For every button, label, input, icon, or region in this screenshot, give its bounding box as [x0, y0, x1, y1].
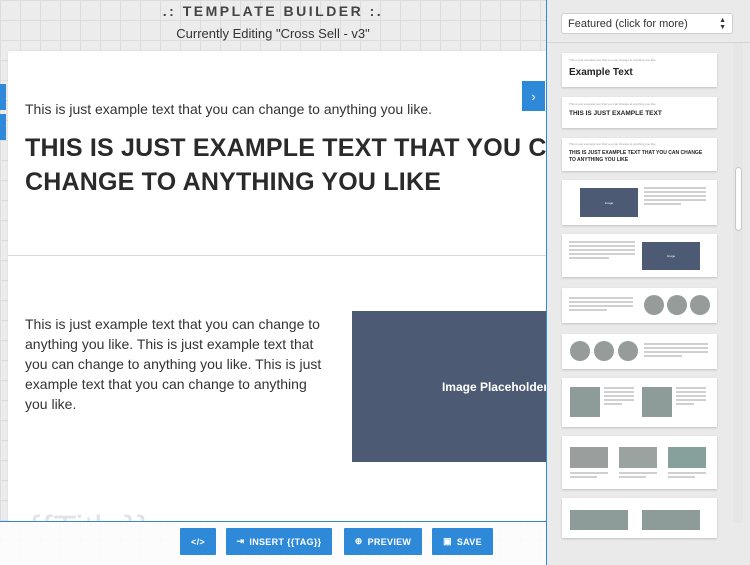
block-thumb-heading[interactable]: This is just example text that you can c…: [562, 138, 717, 171]
code-icon: </>: [191, 536, 205, 547]
thumb-example-text: Example Text: [569, 67, 633, 78]
save-icon: ▣: [443, 536, 452, 546]
chevron-right-icon: ›: [531, 88, 536, 104]
save-button[interactable]: ▣ SAVE: [432, 528, 493, 555]
select-arrows-icon: ▲ ▼: [719, 17, 726, 31]
title-tag-text[interactable]: {{Title}}: [28, 509, 149, 521]
category-select[interactable]: Featured (click for more) ▲ ▼: [561, 13, 733, 34]
thumb-circle: [594, 341, 614, 361]
thumb-circle: [618, 341, 638, 361]
sign-in-icon: ⇥: [236, 536, 245, 546]
thumb-gray-box: [642, 510, 700, 530]
save-label: SAVE: [456, 536, 482, 547]
thumb-small-line: This is just example text that you can c…: [569, 142, 657, 146]
block-thumb-two-column[interactable]: [562, 378, 717, 427]
preview-label: PREVIEW: [367, 536, 412, 547]
thumb-text-lines: [619, 472, 657, 480]
block-thumb-circles-left[interactable]: [562, 334, 717, 369]
thumb-image-placeholder: Image: [642, 242, 700, 270]
panel-scrollbar-thumb[interactable]: [735, 167, 742, 231]
preview-button[interactable]: ⊕ PREVIEW: [344, 528, 422, 555]
builder-title: .: TEMPLATE BUILDER :.: [162, 3, 384, 19]
code-view-button[interactable]: </>: [180, 528, 216, 555]
thumb-gray-box: [570, 510, 628, 530]
thumb-caps-text: THIS IS JUST EXAMPLE TEXT: [569, 110, 662, 117]
zoom-icon: ⊕: [354, 536, 363, 546]
thumb-text-lines: [644, 343, 708, 359]
thumb-image-placeholder: Image: [580, 188, 638, 217]
thumb-small-line: This is just example text that you can c…: [569, 102, 657, 106]
example-heading[interactable]: THIS IS JUST EXAMPLE TEXT THAT YOU CAN C…: [25, 131, 546, 199]
canvas-divider: [8, 255, 546, 256]
block-thumb-circles-right[interactable]: [562, 288, 717, 323]
thumb-gray-box: [668, 447, 706, 468]
thumb-gray-box: [570, 447, 608, 468]
template-blocks-panel: Featured (click for more) ▲ ▼ This is jus…: [546, 0, 750, 565]
example-small-text[interactable]: This is just example text that you can c…: [25, 101, 432, 117]
editing-subtitle: Currently Editing "Cross Sell - v3": [176, 26, 370, 41]
panel-scrollbar-track[interactable]: [733, 43, 743, 523]
thumb-heading-text: THIS IS JUST EXAMPLE TEXT THAT YOU CAN C…: [569, 150, 703, 163]
block-thumb-example-text[interactable]: This is just example text that you can c…: [562, 53, 717, 87]
insert-tag-label: INSERT {{TAG}}: [249, 536, 322, 547]
thumb-circle: [570, 341, 590, 361]
image-placeholder-label: Image Placeholder: [441, 379, 546, 394]
left-tab-lower[interactable]: [0, 114, 6, 140]
thumb-text-lines: [676, 387, 706, 407]
thumb-small-line: This is just example text that you can c…: [569, 58, 657, 62]
block-thumb-image-right[interactable]: Image: [562, 234, 717, 277]
left-tab-upper[interactable]: [0, 84, 6, 110]
thumb-gray-box: [570, 387, 600, 417]
template-canvas[interactable]: This is just example text that you can c…: [8, 51, 546, 521]
block-thumb-three-column[interactable]: [562, 436, 717, 489]
thumb-text-lines: [569, 241, 635, 261]
thumb-circle: [690, 295, 710, 315]
thumb-text-lines: [604, 387, 634, 407]
panel-separator: [547, 42, 750, 43]
category-select-value: Featured (click for more): [568, 17, 688, 30]
thumb-gray-box: [642, 387, 672, 417]
image-placeholder[interactable]: Image Placeholder: [352, 311, 546, 462]
thumb-gray-box: [619, 447, 657, 468]
thumb-circle: [644, 295, 664, 315]
thumb-text-lines: [644, 187, 706, 207]
insert-tag-button[interactable]: ⇥ INSERT {{TAG}}: [226, 528, 332, 555]
example-paragraph[interactable]: This is just example text that you can c…: [25, 314, 325, 414]
block-thumb-caps-text[interactable]: This is just example text that you can c…: [562, 97, 717, 128]
thumb-text-lines: [668, 472, 706, 480]
thumb-text-lines: [570, 472, 608, 480]
block-thumb-image-left[interactable]: Image: [562, 180, 717, 225]
next-arrow-button[interactable]: ›: [522, 81, 545, 111]
block-thumb-two-images[interactable]: [562, 498, 717, 538]
thumb-text-lines: [569, 297, 633, 313]
thumb-circle: [667, 295, 687, 315]
